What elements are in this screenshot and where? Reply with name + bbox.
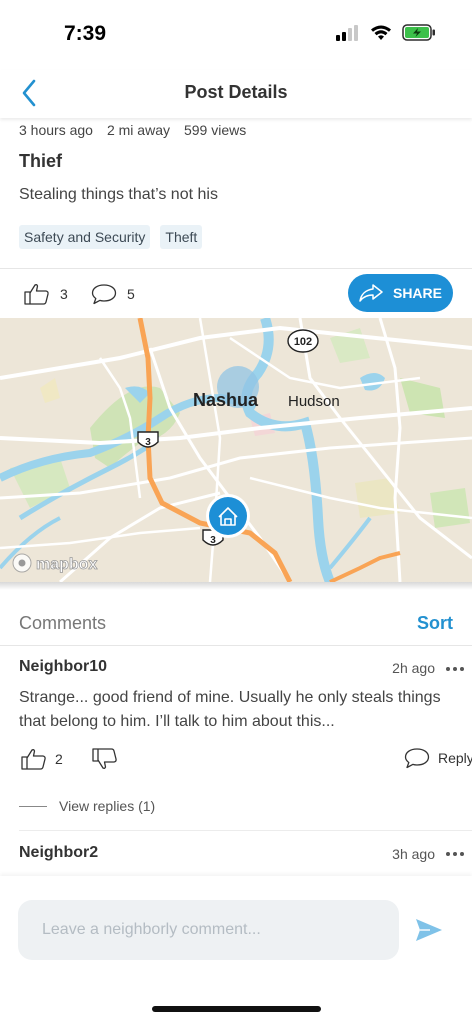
post-body: Stealing things that’s not his <box>19 186 218 203</box>
post-actions: 3 5 SHARE <box>0 268 472 318</box>
svg-text:3: 3 <box>145 437 151 448</box>
comments-header: Comments Sort <box>0 600 472 646</box>
speech-bubble-icon <box>404 748 430 769</box>
mapbox-logo: mapbox <box>12 553 98 573</box>
post-time: 3 hours ago <box>19 122 93 138</box>
comment-author[interactable]: Neighbor10 <box>19 658 107 676</box>
post-tags: Safety and Security Theft <box>19 225 203 249</box>
share-label: SHARE <box>392 285 442 301</box>
nav-bar: Post Details <box>0 70 472 118</box>
battery-charging-icon <box>402 24 435 41</box>
view-replies-line <box>19 805 47 807</box>
comment-count: 5 <box>127 286 135 302</box>
reply-label: Reply <box>438 750 472 766</box>
send-button[interactable] <box>414 917 444 943</box>
post-distance: 2 mi away <box>106 122 170 138</box>
comment-count-button[interactable]: 5 <box>91 283 135 305</box>
speech-bubble-icon <box>91 284 117 305</box>
like-count: 3 <box>60 286 68 302</box>
route-shield-3-north: 3 <box>137 431 159 448</box>
home-indicator <box>152 1006 321 1012</box>
more-options-button[interactable] <box>441 660 469 678</box>
post-views: 599 views <box>183 122 247 138</box>
comment-time: 2h ago <box>392 660 435 676</box>
comment-composer <box>0 876 472 1023</box>
share-arrow-icon <box>359 284 383 302</box>
map-divider-shadow <box>0 582 472 590</box>
thumbs-up-icon <box>24 284 49 305</box>
thumbs-up-icon <box>21 749 46 770</box>
comment-dislike-button[interactable] <box>92 748 118 770</box>
comment-text: Strange... good friend of mine. Usually … <box>19 689 441 730</box>
comment-input[interactable] <box>18 900 399 960</box>
comment-time: 3h ago <box>392 846 435 862</box>
post-meta: 3 hours ago 2 mi away 599 views <box>19 122 246 138</box>
city-label-nashua: Nashua <box>193 390 259 410</box>
comment-like-count: 2 <box>55 751 63 767</box>
svg-text:102: 102 <box>294 336 312 348</box>
reply-button[interactable]: Reply <box>404 747 472 769</box>
like-button[interactable]: 3 <box>24 283 68 305</box>
comment-like-button[interactable]: 2 <box>21 748 63 770</box>
send-icon <box>416 919 442 941</box>
status-time: 7:39 <box>64 22 107 45</box>
comments-title: Comments <box>19 613 107 633</box>
comment-author[interactable]: Neighbor2 <box>19 844 98 862</box>
map-tiles: 102 3 3 Nashua Hudson mapbox <box>0 318 472 582</box>
svg-text:3: 3 <box>210 535 216 546</box>
svg-text:mapbox: mapbox <box>36 556 97 573</box>
tag-theft[interactable]: Theft <box>160 225 203 249</box>
wifi-icon <box>371 25 391 40</box>
status-bar: 7:39 <box>0 0 472 70</box>
thumbs-down-icon <box>92 748 117 769</box>
signal-icon <box>336 24 358 41</box>
view-replies-link[interactable]: View replies (1) <box>19 798 155 814</box>
route-shield-102: 102 <box>287 329 319 353</box>
tag-safety-and-security[interactable]: Safety and Security <box>19 225 151 249</box>
location-map[interactable]: 102 3 3 Nashua Hudson mapbox <box>0 318 472 582</box>
comment-divider <box>19 830 472 831</box>
status-icons <box>336 24 436 41</box>
post-title: Thief <box>19 151 62 171</box>
page-title: Post Details <box>184 82 288 102</box>
city-label-hudson: Hudson <box>288 393 340 410</box>
home-marker[interactable] <box>206 494 250 538</box>
sort-button[interactable]: Sort <box>417 613 453 634</box>
share-button[interactable]: SHARE <box>348 274 453 312</box>
more-options-button[interactable] <box>441 845 469 863</box>
view-replies-label: View replies (1) <box>59 798 156 814</box>
